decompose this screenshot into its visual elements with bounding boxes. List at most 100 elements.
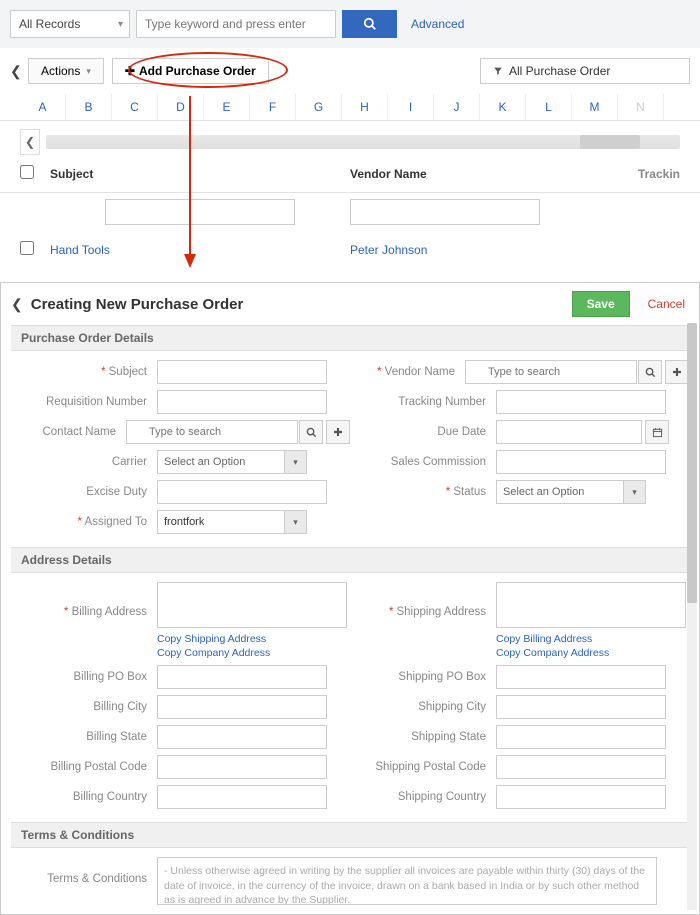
shipping-state-input[interactable]	[496, 725, 666, 749]
view-filter-dropdown[interactable]: All Purchase Order	[480, 58, 690, 84]
list-header: Subject Vendor Name Trackin	[0, 155, 700, 193]
alpha-j[interactable]: J	[434, 94, 480, 120]
alpha-c[interactable]: C	[112, 94, 158, 120]
label-b-state: Billing State	[11, 731, 157, 743]
alpha-l[interactable]: L	[526, 94, 572, 120]
terms-textarea[interactable]	[157, 857, 657, 905]
row-subject-link[interactable]: Hand Tools	[50, 243, 110, 257]
status-select[interactable]: Select an Option	[496, 480, 624, 504]
label-terms: Terms & Conditions	[11, 857, 157, 885]
alpha-h[interactable]: H	[342, 94, 388, 120]
billing-address-textarea[interactable]	[157, 582, 347, 628]
form-back-chevron[interactable]: ❮	[11, 296, 23, 313]
alpha-i[interactable]: I	[388, 94, 434, 120]
vendor-lookup-input[interactable]	[465, 360, 637, 384]
actions-dropdown[interactable]: Actions	[28, 58, 104, 84]
billing-po-input[interactable]	[157, 665, 327, 689]
label-billing-addr: Billing Address	[64, 606, 147, 618]
label-excise: Excise Duty	[11, 486, 157, 498]
search-input[interactable]	[136, 10, 336, 38]
copy-billing-addr-link[interactable]: Copy Billing Address	[496, 633, 609, 645]
search-button[interactable]	[342, 10, 397, 38]
shipping-country-input[interactable]	[496, 785, 666, 809]
contact-add-button[interactable]: ✚	[326, 420, 350, 444]
label-shipping-addr: Shipping Address	[389, 606, 486, 618]
actions-bar: ❮ Actions ✚ Add Purchase Order All Purch…	[0, 48, 700, 94]
select-all-checkbox[interactable]	[20, 165, 34, 179]
alpha-n[interactable]: N	[618, 94, 664, 120]
funnel-icon	[493, 66, 503, 76]
vendor-add-button[interactable]: ✚	[665, 360, 689, 384]
label-s-country: Shipping Country	[350, 791, 496, 803]
row-checkbox[interactable]	[20, 241, 34, 255]
save-button[interactable]: Save	[572, 291, 630, 317]
add-purchase-order-button[interactable]: ✚ Add Purchase Order	[112, 58, 269, 84]
reqno-input[interactable]	[157, 390, 327, 414]
status-select-toggle[interactable]: ▾	[624, 480, 646, 504]
list-row: Hand Tools Peter Johnson	[0, 231, 700, 268]
alpha-a[interactable]: A	[20, 94, 66, 120]
copy-company-addr-link[interactable]: Copy Company Address	[157, 647, 270, 659]
duedate-calendar-button[interactable]	[645, 420, 669, 444]
alpha-d[interactable]: D	[158, 94, 204, 120]
calendar-icon	[652, 427, 663, 438]
col-tracking: Trackin	[620, 167, 680, 181]
cancel-link[interactable]: Cancel	[648, 297, 685, 311]
filter-vendor-input[interactable]	[350, 199, 540, 225]
carrier-select-toggle[interactable]: ▾	[285, 450, 307, 474]
records-filter-dropdown[interactable]: All Records	[10, 10, 130, 38]
horizontal-scroll-strip: ❮	[20, 129, 680, 155]
tracking-input[interactable]	[496, 390, 666, 414]
label-reqno: Requisition Number	[11, 396, 157, 408]
row-vendor-link[interactable]: Peter Johnson	[350, 243, 427, 257]
label-b-city: Billing City	[11, 701, 157, 713]
shipping-address-textarea[interactable]	[496, 582, 686, 628]
scroll-left-button[interactable]: ❮	[20, 129, 40, 155]
commission-input[interactable]	[496, 450, 666, 474]
shipping-postal-input[interactable]	[496, 755, 666, 779]
label-status: Status	[446, 486, 486, 498]
shipping-po-input[interactable]	[496, 665, 666, 689]
vendor-search-button[interactable]	[638, 360, 662, 384]
advanced-search-link[interactable]: Advanced	[411, 17, 464, 31]
plus-icon: ✚	[125, 64, 135, 78]
billing-postal-input[interactable]	[157, 755, 327, 779]
search-icon	[306, 427, 317, 438]
form-scrollbar-thumb[interactable]	[687, 323, 697, 603]
list-filter-row	[0, 193, 700, 231]
actions-label: Actions	[41, 64, 80, 78]
billing-state-input[interactable]	[157, 725, 327, 749]
assigned-select-toggle[interactable]: ▾	[285, 510, 307, 534]
excise-input[interactable]	[157, 480, 327, 504]
duedate-input[interactable]	[496, 420, 642, 444]
col-vendor: Vendor Name	[350, 167, 620, 181]
billing-city-input[interactable]	[157, 695, 327, 719]
back-chevron[interactable]: ❮	[10, 63, 20, 80]
billing-country-input[interactable]	[157, 785, 327, 809]
label-b-po: Billing PO Box	[11, 671, 157, 683]
contact-lookup-input[interactable]	[126, 420, 298, 444]
alpha-e[interactable]: E	[204, 94, 250, 120]
label-s-state: Shipping State	[350, 731, 496, 743]
scrollbar-track[interactable]	[46, 135, 680, 149]
subject-input[interactable]	[157, 360, 327, 384]
alpha-m[interactable]: M	[572, 94, 618, 120]
scrollbar-thumb[interactable]	[580, 135, 640, 149]
col-subject: Subject	[50, 167, 350, 181]
carrier-select[interactable]: Select an Option	[157, 450, 285, 474]
alpha-k[interactable]: K	[480, 94, 526, 120]
assigned-select[interactable]: frontfork	[157, 510, 285, 534]
section-po-details: Purchase Order Details	[11, 325, 689, 351]
section-address: Address Details	[11, 547, 689, 573]
alpha-f[interactable]: F	[250, 94, 296, 120]
filter-subject-input[interactable]	[105, 199, 295, 225]
contact-search-button[interactable]	[299, 420, 323, 444]
alpha-g[interactable]: G	[296, 94, 342, 120]
copy-company-addr-link-2[interactable]: Copy Company Address	[496, 647, 609, 659]
shipping-city-input[interactable]	[496, 695, 666, 719]
copy-shipping-addr-link[interactable]: Copy Shipping Address	[157, 633, 270, 645]
label-commission: Sales Commission	[350, 456, 496, 468]
form-scrollbar[interactable]	[687, 323, 697, 910]
label-b-country: Billing Country	[11, 791, 157, 803]
alpha-b[interactable]: B	[66, 94, 112, 120]
